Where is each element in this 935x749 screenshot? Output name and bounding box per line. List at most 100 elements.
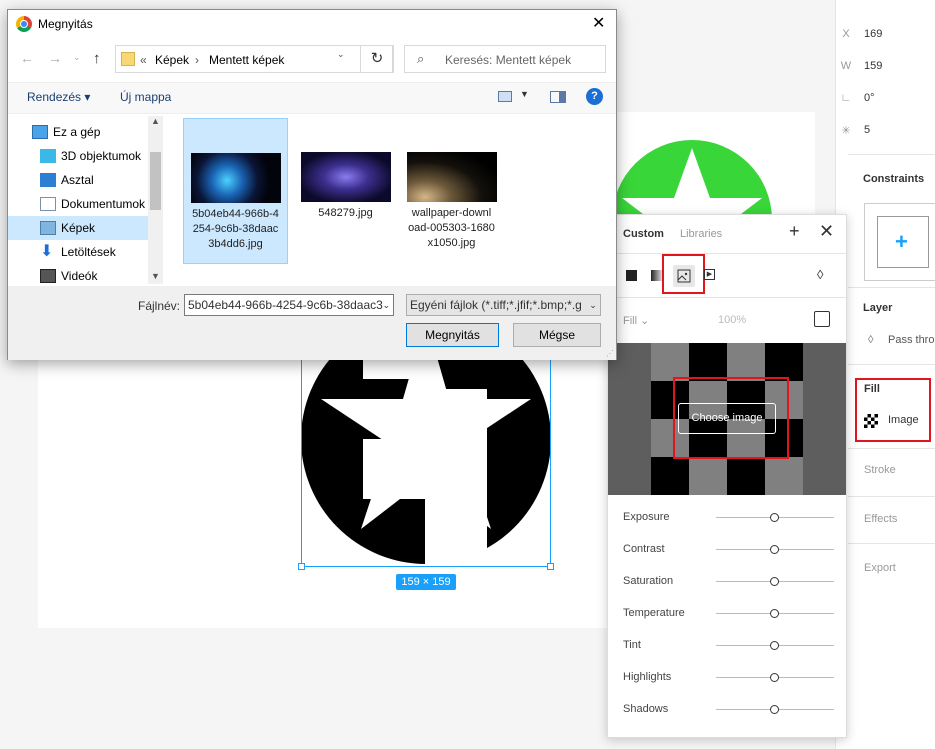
drop-icon[interactable]: ◊: [817, 267, 823, 282]
saturation-slider[interactable]: Saturation: [623, 572, 835, 592]
sidebar-item-label: 3D objektumok: [61, 149, 142, 163]
effects-heading[interactable]: Effects: [864, 513, 897, 525]
constraint-center-icon[interactable]: +: [895, 224, 908, 260]
exposure-slider[interactable]: Exposure: [623, 508, 835, 528]
slider-label: Temperature: [623, 607, 685, 619]
chevron-down-icon[interactable]: ⌄: [586, 295, 600, 315]
close-icon[interactable]: ✕: [592, 13, 605, 33]
cancel-button[interactable]: Mégse: [513, 323, 601, 347]
slider-knob[interactable]: [770, 577, 779, 586]
sidebar-scrollbar[interactable]: ▲ ▼: [148, 116, 163, 284]
sidebar-item-letoltesek[interactable]: ⬇ Letöltések: [8, 240, 148, 264]
slider-knob[interactable]: [770, 673, 779, 682]
rotate-icon[interactable]: [814, 311, 830, 327]
forward-arrow-icon[interactable]: →: [48, 50, 62, 66]
dialog-title: Megnyitás: [38, 17, 93, 31]
view-icon[interactable]: [498, 91, 512, 102]
highlight-fill-section: [855, 378, 931, 442]
file-item-selected[interactable]: 5b04eb44-966b-4 254-9c6b-38daac 3b4dd6.j…: [183, 118, 288, 264]
constraints-widget[interactable]: +: [864, 203, 935, 281]
tab-custom[interactable]: Custom: [623, 228, 664, 240]
file-name-line: 3b4dd6.jpg: [208, 238, 263, 250]
back-arrow-icon[interactable]: ←: [20, 50, 34, 66]
corner-radius-field[interactable]: ✳ 5: [841, 124, 870, 137]
scroll-up-icon[interactable]: ▲: [151, 116, 160, 126]
contrast-slider[interactable]: Contrast: [623, 540, 835, 560]
help-icon[interactable]: ?: [586, 88, 603, 105]
rotation-field[interactable]: ∟ 0°: [841, 92, 875, 104]
sidebar-item-kepek[interactable]: Képek: [8, 216, 148, 240]
file-item[interactable]: wallpaper-downl oad-005303-1680 x1050.jp…: [399, 152, 504, 251]
slider-knob[interactable]: [770, 705, 779, 714]
resize-handle-bl[interactable]: [298, 563, 305, 570]
resize-handle-br[interactable]: [547, 563, 554, 570]
open-button[interactable]: Megnyitás: [406, 323, 499, 347]
blend-drop-icon: ◊: [868, 334, 874, 346]
refresh-icon[interactable]: ↻: [360, 45, 394, 73]
x-field[interactable]: X 169: [842, 28, 882, 40]
search-placeholder: Keresés: Mentett képek: [445, 53, 572, 67]
filetype-select[interactable]: Egyéni fájlok (*.tiff;*.jfif;*.bmp;*.g ⌄: [406, 294, 601, 316]
address-chevron-icon[interactable]: ⌄: [337, 49, 345, 60]
breadcrumb-mentett[interactable]: Mentett képek: [209, 53, 284, 67]
sidebar-item-ez-a-gep[interactable]: Ez a gép: [8, 120, 148, 144]
organize-menu[interactable]: Rendezés ▾: [27, 90, 90, 104]
sidebar-item-dokumentumok[interactable]: Dokumentumok: [8, 192, 148, 216]
fill-popover: Custom Libraries + ✕ ▶ ◊ Fill ⌄ 100% Cho…: [607, 214, 847, 738]
sidebar-item-label: Dokumentumok: [61, 197, 146, 211]
gradient-fill-icon[interactable]: [651, 270, 662, 281]
address-bar[interactable]: « Képek › Mentett képek ⌄: [115, 45, 393, 73]
highlights-slider[interactable]: Highlights: [623, 668, 835, 688]
slider-knob[interactable]: [770, 545, 779, 554]
export-heading[interactable]: Export: [864, 562, 896, 574]
view-chevron-icon[interactable]: ▼: [520, 89, 529, 99]
properties-panel: X 169 W 159 ∟ 0° ✳ 5 Constraints + Layer ◊ Pa…: [835, 0, 935, 749]
video-icon: [40, 269, 56, 283]
chevron-down-icon[interactable]: ⌄: [382, 295, 390, 315]
sidebar-item-videok[interactable]: Videók: [8, 264, 148, 284]
chrome-icon: [16, 16, 32, 32]
slider-label: Exposure: [623, 511, 670, 523]
new-folder-button[interactable]: Új mappa: [120, 90, 171, 104]
slider-knob[interactable]: [770, 641, 779, 650]
opacity-value[interactable]: 100%: [718, 314, 746, 326]
scroll-thumb[interactable]: [150, 152, 161, 210]
breadcrumb-kepek[interactable]: Képek: [155, 53, 189, 67]
scroll-down-icon[interactable]: ▼: [151, 271, 160, 281]
slider-knob[interactable]: [770, 609, 779, 618]
sidebar-item-3d[interactable]: 3D objektumok: [8, 144, 148, 168]
preview-pane-icon[interactable]: [550, 91, 566, 103]
fill-mode-select[interactable]: Fill ⌄: [623, 314, 649, 327]
tab-libraries[interactable]: Libraries: [680, 228, 722, 240]
video-fill-icon[interactable]: ▶: [704, 269, 715, 280]
shadows-slider[interactable]: Shadows: [623, 700, 835, 720]
breadcrumb-overflow[interactable]: «: [140, 53, 147, 67]
filename-input[interactable]: 5b04eb44-966b-4254-9c6b-38daac3 ⌄: [184, 294, 394, 316]
filetype-value: Egyéni fájlok (*.tiff;*.jfif;*.bmp;*.g: [410, 298, 582, 312]
constraints-heading: Constraints: [863, 173, 925, 185]
up-arrow-icon[interactable]: ↑: [93, 50, 101, 67]
file-name-line: oad-005303-1680: [408, 222, 495, 234]
breadcrumb-separator: ›: [195, 53, 199, 67]
blend-mode-select[interactable]: ◊ Pass thro: [868, 334, 934, 346]
slider-knob[interactable]: [770, 513, 779, 522]
w-field[interactable]: W 159: [841, 60, 883, 72]
file-item[interactable]: 548279.jpg: [293, 152, 398, 221]
recent-chevron-icon[interactable]: ⌄: [73, 52, 81, 63]
close-icon[interactable]: ✕: [819, 221, 834, 242]
fill-mode-label: Fill: [623, 315, 638, 327]
stroke-heading[interactable]: Stroke: [864, 464, 896, 476]
rotation-value: 0°: [864, 92, 875, 104]
sidebar-item-asztal[interactable]: Asztal: [8, 168, 148, 192]
temperature-slider[interactable]: Temperature: [623, 604, 835, 624]
solid-fill-icon[interactable]: [626, 270, 637, 281]
add-icon[interactable]: +: [789, 221, 800, 242]
tint-slider[interactable]: Tint: [623, 636, 835, 656]
resize-grip-icon[interactable]: ⋰: [606, 349, 614, 358]
sidebar-item-label: Asztal: [61, 173, 94, 187]
file-name-line: 548279.jpg: [318, 207, 373, 219]
slider-label: Tint: [623, 639, 641, 651]
x-label: X: [842, 28, 850, 40]
file-thumbnail: [406, 152, 497, 202]
search-input[interactable]: ⌕ Keresés: Mentett képek: [404, 45, 606, 73]
